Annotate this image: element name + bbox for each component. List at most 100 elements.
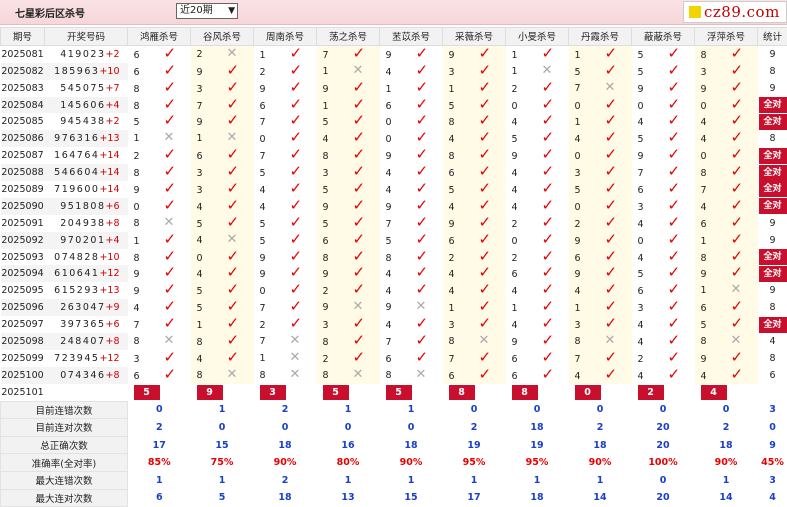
kill-number-cell: 6✓ [506,367,569,384]
kill-number-cell: 3✓ [443,63,506,80]
table-row: 2025088546604+148✓3✓5✓3✓4✓6✓4✓3✓7✓8✓全对 [1,164,787,181]
kill-number: 8 [323,151,353,162]
kill-number: 1 [575,117,605,128]
kill-number: 4 [575,134,605,145]
draw-bonus: +2 [105,116,119,127]
kill-number-cell: 8✓ [128,97,191,114]
current-label: 当前期杀号 [45,384,128,401]
stat-value: 全对 [759,165,787,181]
stat-value-cell: 18 [506,489,569,507]
kill-number: 4 [260,202,290,213]
cross-icon: ✕ [731,333,742,348]
kill-number-cell: 2✓ [506,215,569,232]
stat-cell: 全对 [758,164,787,181]
draw-bonus: +13 [99,133,119,144]
kill-number: 4 [386,168,416,179]
kill-number-cell: 1✓ [443,80,506,97]
check-icon: ✓ [227,164,240,180]
check-icon: ✓ [164,265,177,281]
site-logo[interactable]: cz89.com [683,1,787,23]
draw-bonus: +10 [99,66,119,77]
kill-number: 1 [575,50,605,61]
draw-bonus: +10 [99,252,119,263]
check-icon: ✓ [731,299,744,315]
draw-bonus: +13 [99,285,119,296]
cross-icon: ✕ [227,46,238,61]
check-icon: ✓ [416,282,429,298]
check-icon: ✓ [668,282,681,298]
check-icon: ✓ [416,97,429,113]
kill-number-cell: 6✓ [695,215,758,232]
kill-number: 3 [575,320,605,331]
check-icon: ✓ [416,232,429,248]
kill-number: 3 [134,354,164,365]
kill-number-cell: 9✓ [443,45,506,62]
kill-number: 2 [134,151,164,162]
kill-number: 4 [575,286,605,297]
kill-number: 5 [197,286,227,297]
kill-number-cell: 1✓ [380,80,443,97]
kill-number-cell: 9✓ [380,198,443,215]
kill-number-cell: 0✓ [380,113,443,130]
kill-number: 0 [134,202,164,213]
kill-number-cell: 4✓ [569,130,632,147]
check-icon: ✓ [290,45,303,61]
kill-number-cell: 0✓ [506,97,569,114]
column-header: 蔽蔽杀号 [632,28,695,46]
kill-number-cell: 6✓ [632,181,695,198]
check-icon: ✓ [731,147,744,163]
kill-number: 4 [701,117,731,128]
stat-row: 最大连错次数11211111013 [1,471,787,489]
kill-number-cell: 4✓ [380,181,443,198]
kill-number-cell: 9✕ [380,299,443,316]
kill-number-cell: 2✓ [506,80,569,97]
check-icon: ✓ [731,265,744,281]
column-header: 期号 [1,28,45,46]
draw-bonus: +14 [99,167,119,178]
kill-number-cell: 8✓ [695,249,758,266]
issue-cell: 2025095 [1,282,45,299]
draw-number-cell: 204938+8 [45,215,128,232]
cross-icon: ✕ [605,333,616,348]
kill-number: 8 [449,151,479,162]
kill-number: 5 [638,269,668,280]
check-icon: ✓ [605,97,618,113]
check-icon: ✓ [290,198,303,214]
check-icon: ✓ [290,113,303,129]
kill-number-cell: 8✓ [695,164,758,181]
check-icon: ✓ [290,215,303,231]
kill-number: 7 [260,117,290,128]
check-icon: ✓ [731,113,744,129]
kill-number: 7 [323,50,353,61]
check-icon: ✓ [605,147,618,163]
check-icon: ✓ [353,80,366,96]
kill-number: 8 [701,50,731,61]
kill-number: 2 [260,67,290,78]
check-icon: ✓ [479,249,492,265]
kill-number-cell: 6✓ [443,164,506,181]
check-icon: ✓ [227,113,240,129]
kill-number-cell: 5✓ [254,232,317,249]
kill-number: 4 [386,67,416,78]
table-row: 2025098248407+88✕8✓7✕8✓7✓8✕9✓8✕4✓8✕4 [1,333,787,350]
kill-number: 9 [386,151,416,162]
kill-number-cell: 0✓ [695,147,758,164]
stat-value-cell: 2 [128,419,191,437]
kill-number: 0 [575,101,605,112]
stat-cell: 8 [758,63,787,80]
cross-icon: ✕ [290,333,301,348]
kill-number-cell: 9✓ [632,147,695,164]
stat-value-cell: 16 [317,436,380,454]
kill-number-cell: 5✓ [317,215,380,232]
period-select[interactable]: 近20期 ▼ [176,3,238,19]
kill-number: 6 [512,354,542,365]
kill-number: 1 [386,84,416,95]
top-bar: 七星彩后区杀号 近20期 ▼ cz89.com [0,0,787,25]
stat-row: 最大连对次数6518131517181420144 [1,489,787,507]
kill-number: 5 [386,236,416,247]
kill-number: 2 [512,253,542,264]
check-icon: ✓ [164,316,177,332]
draw-number-cell: 546604+14 [45,164,128,181]
kill-number-cell: 8✕ [254,367,317,384]
kill-number-cell: 4✓ [632,113,695,130]
